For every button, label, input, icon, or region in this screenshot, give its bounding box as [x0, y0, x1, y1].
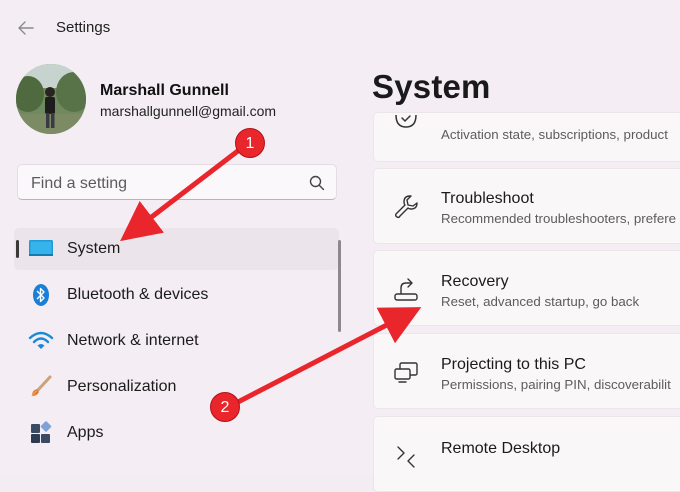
sidebar-item-apps[interactable]: Apps: [14, 412, 339, 454]
card-title: Projecting to this PC: [441, 356, 586, 373]
annotation-badge-2: 2: [210, 392, 240, 422]
activation-icon: [395, 114, 417, 128]
title-bar: Settings: [0, 0, 680, 56]
settings-window: Settings Marshall Gunnell marshallgunnel…: [0, 0, 680, 492]
sidebar-item-network[interactable]: Network & internet: [14, 320, 339, 362]
arrow-left-icon: [18, 21, 34, 35]
annotation-badge-1: 1: [235, 128, 265, 158]
wifi-icon: [28, 331, 54, 349]
wrench-icon: [394, 195, 418, 219]
card-title: Remote Desktop: [441, 440, 561, 457]
selection-indicator: [16, 240, 19, 258]
sidebar-scrollbar[interactable]: [338, 240, 341, 332]
user-photo-icon: [16, 64, 86, 134]
profile-email: marshallgunnell@gmail.com: [100, 103, 277, 119]
remote-desktop-icon: [397, 446, 415, 468]
search-icon[interactable]: [308, 174, 326, 192]
bluetooth-icon: [33, 284, 49, 306]
search-input[interactable]: [29, 172, 303, 196]
sidebar-item-bluetooth[interactable]: Bluetooth & devices: [14, 274, 339, 316]
profile-name: Marshall Gunnell: [100, 82, 229, 99]
back-button[interactable]: [14, 16, 38, 40]
card-subtitle: Activation state, subscriptions, product: [441, 127, 668, 142]
sidebar-item-label: Personalization: [67, 378, 177, 395]
sidebar-item-label: Network & internet: [67, 332, 199, 349]
page-title: System: [372, 68, 491, 105]
apps-icon: [31, 421, 52, 443]
card-title: Recovery: [441, 273, 509, 290]
settings-card-activation[interactable]: Activation state, subscriptions, product: [373, 112, 680, 162]
recovery-icon: [394, 278, 418, 301]
settings-card-troubleshoot[interactable]: Troubleshoot Recommended troubleshooters…: [373, 168, 680, 244]
settings-card-projecting[interactable]: Projecting to this PC Permissions, pairi…: [373, 333, 680, 409]
settings-card-recovery[interactable]: Recovery Reset, advanced startup, go bac…: [373, 250, 680, 326]
card-subtitle: Permissions, pairing PIN, discoverabilit: [441, 377, 671, 392]
settings-card-remote-desktop[interactable]: Remote Desktop: [373, 416, 680, 492]
sidebar-item-system[interactable]: System: [14, 228, 339, 270]
sidebar-item-personalization[interactable]: Personalization: [14, 366, 339, 408]
sidebar-item-label: Bluetooth & devices: [67, 286, 209, 303]
sidebar-item-label: System: [67, 240, 121, 257]
app-title: Settings: [56, 19, 111, 36]
sidebar-item-label: Apps: [67, 424, 104, 441]
monitor-icon: [29, 240, 53, 256]
projecting-icon: [394, 362, 418, 383]
avatar[interactable]: [16, 64, 86, 134]
paintbrush-icon: [31, 375, 52, 397]
card-subtitle: Reset, advanced startup, go back: [441, 294, 640, 309]
search-box: [17, 164, 337, 200]
card-subtitle: Recommended troubleshooters, prefere: [441, 211, 677, 226]
card-title: Troubleshoot: [441, 190, 534, 207]
